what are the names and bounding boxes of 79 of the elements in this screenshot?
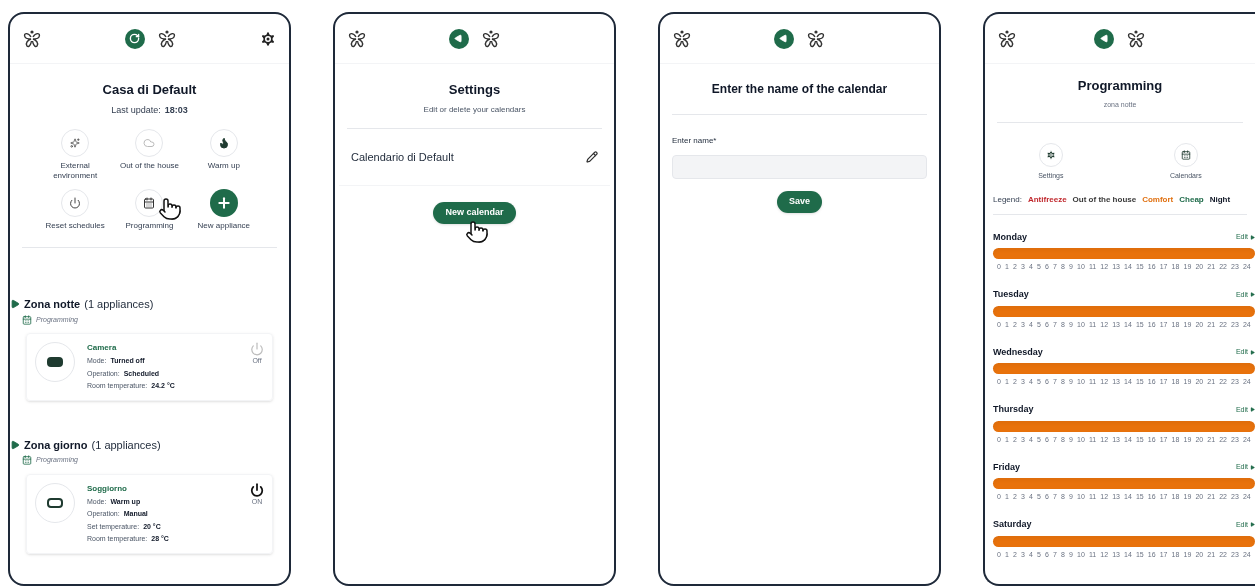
screen-title: Settings bbox=[447, 81, 502, 99]
refresh-icon bbox=[129, 33, 140, 44]
butterfly-logo-icon bbox=[22, 28, 42, 49]
calendar-name: Calendario di Default bbox=[351, 149, 454, 165]
back-button[interactable] bbox=[448, 28, 469, 49]
back-arrow-icon bbox=[779, 34, 788, 43]
caret-icon bbox=[1250, 522, 1255, 528]
calendar-icon bbox=[22, 314, 32, 325]
air-conditioner-icon bbox=[35, 342, 75, 382]
refresh-button[interactable] bbox=[124, 28, 145, 49]
settings-icon[interactable] bbox=[259, 29, 277, 48]
screen-subtitle: Edit or delete your calendars bbox=[347, 103, 602, 129]
action-label: External environment bbox=[52, 161, 99, 181]
caret-icon bbox=[1250, 234, 1255, 240]
caret-icon bbox=[1250, 407, 1255, 413]
butterfly-logo-icon bbox=[1126, 28, 1146, 49]
action-label: Reset schedules bbox=[45, 221, 105, 231]
caret-icon bbox=[1250, 464, 1255, 470]
caret-icon bbox=[1250, 292, 1255, 298]
zone-count: (1 appliances) bbox=[91, 437, 161, 453]
last-update-time: 18:03 bbox=[164, 103, 188, 117]
action-button[interactable] bbox=[209, 189, 238, 217]
butterfly-logo-icon bbox=[347, 28, 367, 49]
day-name: Wednesday bbox=[993, 345, 1043, 359]
hand-cursor-icon bbox=[158, 197, 183, 221]
legend-item: Antifreeze bbox=[1027, 193, 1067, 206]
schedule-bar[interactable] bbox=[993, 420, 1255, 432]
name-input-field[interactable] bbox=[672, 155, 927, 179]
action-label: Programming bbox=[125, 221, 174, 231]
butterfly-logo-icon bbox=[156, 28, 177, 49]
zone-name: Zona giorno bbox=[24, 437, 88, 453]
screen-title: Programming bbox=[1076, 77, 1164, 95]
zone-name: Zona notte bbox=[24, 297, 81, 312]
action-label: Warm up bbox=[207, 161, 240, 171]
butterfly-logo-icon bbox=[480, 28, 501, 49]
butterfly-logo-icon bbox=[805, 28, 826, 49]
flame-icon bbox=[217, 137, 230, 149]
appliance-name: Soggiorno bbox=[87, 482, 128, 495]
field-label: Enter name* bbox=[672, 135, 718, 147]
hand-cursor-icon bbox=[465, 220, 489, 244]
back-button[interactable] bbox=[1094, 28, 1114, 49]
day-name: Friday bbox=[993, 460, 1020, 474]
settings-icon bbox=[1045, 150, 1056, 160]
schedule-bar[interactable] bbox=[993, 305, 1255, 317]
zone-expand-icon[interactable] bbox=[10, 439, 20, 450]
legend-label: Legend: bbox=[993, 193, 1022, 206]
butterfly-logo-icon bbox=[997, 28, 1017, 49]
home-title: Casa di Default bbox=[101, 81, 198, 99]
legend-item: Out of the house bbox=[1072, 193, 1137, 206]
cloud-icon bbox=[143, 137, 156, 149]
back-arrow-icon bbox=[1099, 34, 1109, 43]
day-name: Thursday bbox=[993, 403, 1034, 416]
day-name: Monday bbox=[993, 230, 1027, 244]
save-button[interactable]: Save bbox=[777, 191, 822, 213]
last-update-label: Last update: bbox=[111, 103, 161, 117]
back-arrow-icon bbox=[454, 34, 463, 43]
action-label: New appliance bbox=[197, 221, 251, 231]
schedule-bar[interactable] bbox=[993, 535, 1255, 547]
day-name: Saturday bbox=[993, 518, 1032, 531]
legend-item: Night bbox=[1209, 193, 1231, 206]
butterfly-logo-icon bbox=[672, 28, 692, 49]
new-calendar-button[interactable]: New calendar bbox=[433, 202, 516, 224]
plus-icon bbox=[215, 195, 232, 211]
calendar-icon bbox=[143, 197, 156, 209]
appliance-name: Camera bbox=[87, 342, 118, 354]
edit-icon[interactable] bbox=[586, 150, 598, 163]
power-icon[interactable] bbox=[250, 482, 264, 497]
calendar-icon bbox=[22, 455, 32, 466]
day-name: Tuesday bbox=[993, 288, 1029, 301]
legend-item: Comfort bbox=[1142, 193, 1174, 206]
back-button[interactable] bbox=[773, 28, 794, 49]
zone-count: (1 appliances) bbox=[84, 297, 154, 312]
zone-expand-icon[interactable] bbox=[10, 299, 20, 310]
action-label: Out of the house bbox=[119, 161, 180, 171]
legend-item: Cheap bbox=[1179, 193, 1204, 206]
caret-icon bbox=[1250, 349, 1255, 355]
calendar-icon bbox=[1180, 150, 1191, 160]
screen-title: Enter the name of the calendar bbox=[672, 64, 927, 115]
calendar-row[interactable]: Calendario di Default bbox=[339, 128, 610, 186]
